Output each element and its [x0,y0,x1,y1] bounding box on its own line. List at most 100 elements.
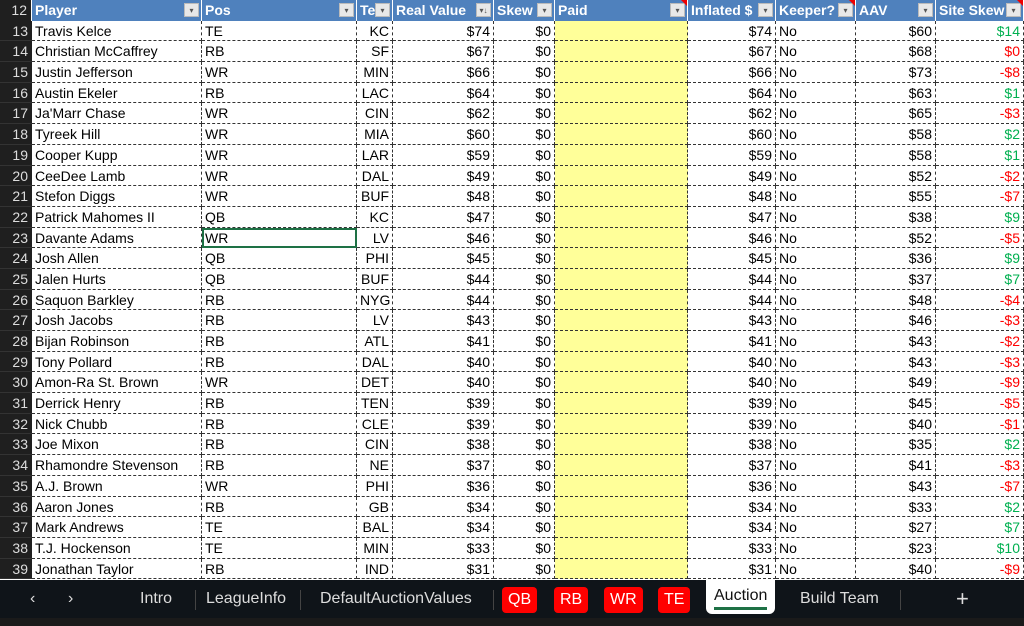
filter-dropdown-icon[interactable]: ▾ [537,3,552,17]
pos-cell[interactable]: RB [202,331,357,352]
keeper-cell[interactable]: No [776,144,856,166]
inflated-cell[interactable]: $60 [688,124,776,145]
team-cell[interactable]: KC [357,206,393,228]
row-header[interactable]: 29 [0,351,32,373]
site-skew-cell[interactable]: -$7 [936,186,1024,207]
inflated-cell[interactable]: $44 [688,268,776,290]
pos-cell[interactable]: RB [202,393,357,414]
filter-dropdown-icon[interactable]: ▾ [184,3,199,17]
site-skew-cell[interactable]: $2 [936,496,1024,518]
real-value-cell[interactable]: $37 [393,455,494,476]
aav-cell[interactable]: $65 [856,103,936,125]
inflated-cell[interactable]: $44 [688,289,776,311]
row-header[interactable]: 16 [0,82,32,104]
pos-cell[interactable]: RB [202,289,357,311]
pos-cell[interactable]: WR [202,62,357,83]
player-cell[interactable]: Amon-Ra St. Brown [32,372,202,394]
inflated-cell[interactable]: $41 [688,331,776,352]
player-cell[interactable]: Jonathan Taylor [32,558,202,580]
real-value-cell[interactable]: $62 [393,103,494,125]
keeper-cell[interactable]: No [776,558,856,580]
real-value-cell[interactable]: $36 [393,475,494,497]
pos-cell[interactable]: WR [202,103,357,125]
skew-cell[interactable]: $0 [494,206,555,228]
aav-cell[interactable]: $60 [856,20,936,42]
site-skew-cell[interactable]: -$3 [936,351,1024,373]
aav-cell[interactable]: $46 [856,310,936,331]
player-cell[interactable]: Derrick Henry [32,393,202,414]
real-value-cell[interactable]: $64 [393,82,494,104]
site-skew-cell[interactable]: -$1 [936,413,1024,435]
pos-cell[interactable]: QB [202,268,357,290]
real-value-cell[interactable]: $49 [393,165,494,187]
column-header[interactable]: Skew ▾ [494,0,555,21]
row-header[interactable]: 33 [0,434,32,456]
team-cell[interactable]: BAL [357,517,393,538]
sheet-tab-build-team[interactable]: Build Team [792,584,887,614]
keeper-cell[interactable]: No [776,20,856,42]
player-cell[interactable]: Austin Ekeler [32,82,202,104]
keeper-cell[interactable]: No [776,372,856,394]
real-value-cell[interactable]: $60 [393,124,494,145]
aav-cell[interactable]: $43 [856,475,936,497]
inflated-cell[interactable]: $74 [688,20,776,42]
inflated-cell[interactable]: $37 [688,455,776,476]
inflated-cell[interactable]: $48 [688,186,776,207]
site-skew-cell[interactable]: -$8 [936,62,1024,83]
skew-cell[interactable]: $0 [494,103,555,125]
paid-cell[interactable] [555,103,688,125]
row-header[interactable]: 21 [0,186,32,207]
real-value-cell[interactable]: $34 [393,517,494,538]
keeper-cell[interactable]: No [776,310,856,331]
aav-cell[interactable]: $43 [856,331,936,352]
team-cell[interactable]: LAR [357,144,393,166]
paid-cell[interactable] [555,124,688,145]
skew-cell[interactable]: $0 [494,124,555,145]
row-header[interactable]: 22 [0,206,32,228]
sheet-tab-qb[interactable]: QB [502,587,538,613]
row-header[interactable]: 32 [0,413,32,435]
pos-cell[interactable]: RB [202,434,357,456]
aav-cell[interactable]: $49 [856,372,936,394]
site-skew-cell[interactable]: $9 [936,206,1024,228]
paid-cell[interactable] [555,455,688,476]
team-cell[interactable]: CLE [357,413,393,435]
player-cell[interactable]: Christian McCaffrey [32,41,202,63]
site-skew-cell[interactable]: -$2 [936,331,1024,352]
column-header[interactable]: Site Skew ▾ [936,0,1024,21]
player-cell[interactable]: T.J. Hockenson [32,537,202,559]
column-header[interactable]: Inflated $ ▾ [688,0,776,21]
real-value-cell[interactable]: $43 [393,310,494,331]
player-cell[interactable]: Josh Jacobs [32,310,202,331]
real-value-cell[interactable]: $74 [393,20,494,42]
row-header[interactable]: 35 [0,475,32,497]
paid-cell[interactable] [555,268,688,290]
row-header[interactable]: 27 [0,310,32,331]
aav-cell[interactable]: $48 [856,289,936,311]
player-cell[interactable]: Mark Andrews [32,517,202,538]
site-skew-cell[interactable]: $7 [936,517,1024,538]
real-value-cell[interactable]: $38 [393,434,494,456]
keeper-cell[interactable]: No [776,351,856,373]
row-header[interactable]: 26 [0,289,32,311]
real-value-cell[interactable]: $59 [393,144,494,166]
player-cell[interactable]: Cooper Kupp [32,144,202,166]
team-cell[interactable]: KC [357,20,393,42]
paid-cell[interactable] [555,82,688,104]
keeper-cell[interactable]: No [776,537,856,559]
real-value-cell[interactable]: $41 [393,331,494,352]
team-cell[interactable]: SF [357,41,393,63]
skew-cell[interactable]: $0 [494,331,555,352]
pos-cell[interactable]: WR [202,372,357,394]
pos-cell[interactable]: WR [202,144,357,166]
sheet-tab-wr[interactable]: WR [604,587,643,613]
pos-cell[interactable]: WR [202,124,357,145]
pos-cell[interactable]: TE [202,517,357,538]
team-cell[interactable]: LV [357,227,393,249]
pos-cell[interactable]: WR [202,475,357,497]
site-skew-cell[interactable]: -$5 [936,227,1024,249]
site-skew-cell[interactable]: $2 [936,434,1024,456]
keeper-cell[interactable]: No [776,62,856,83]
player-cell[interactable]: Rhamondre Stevenson [32,455,202,476]
paid-cell[interactable] [555,248,688,269]
